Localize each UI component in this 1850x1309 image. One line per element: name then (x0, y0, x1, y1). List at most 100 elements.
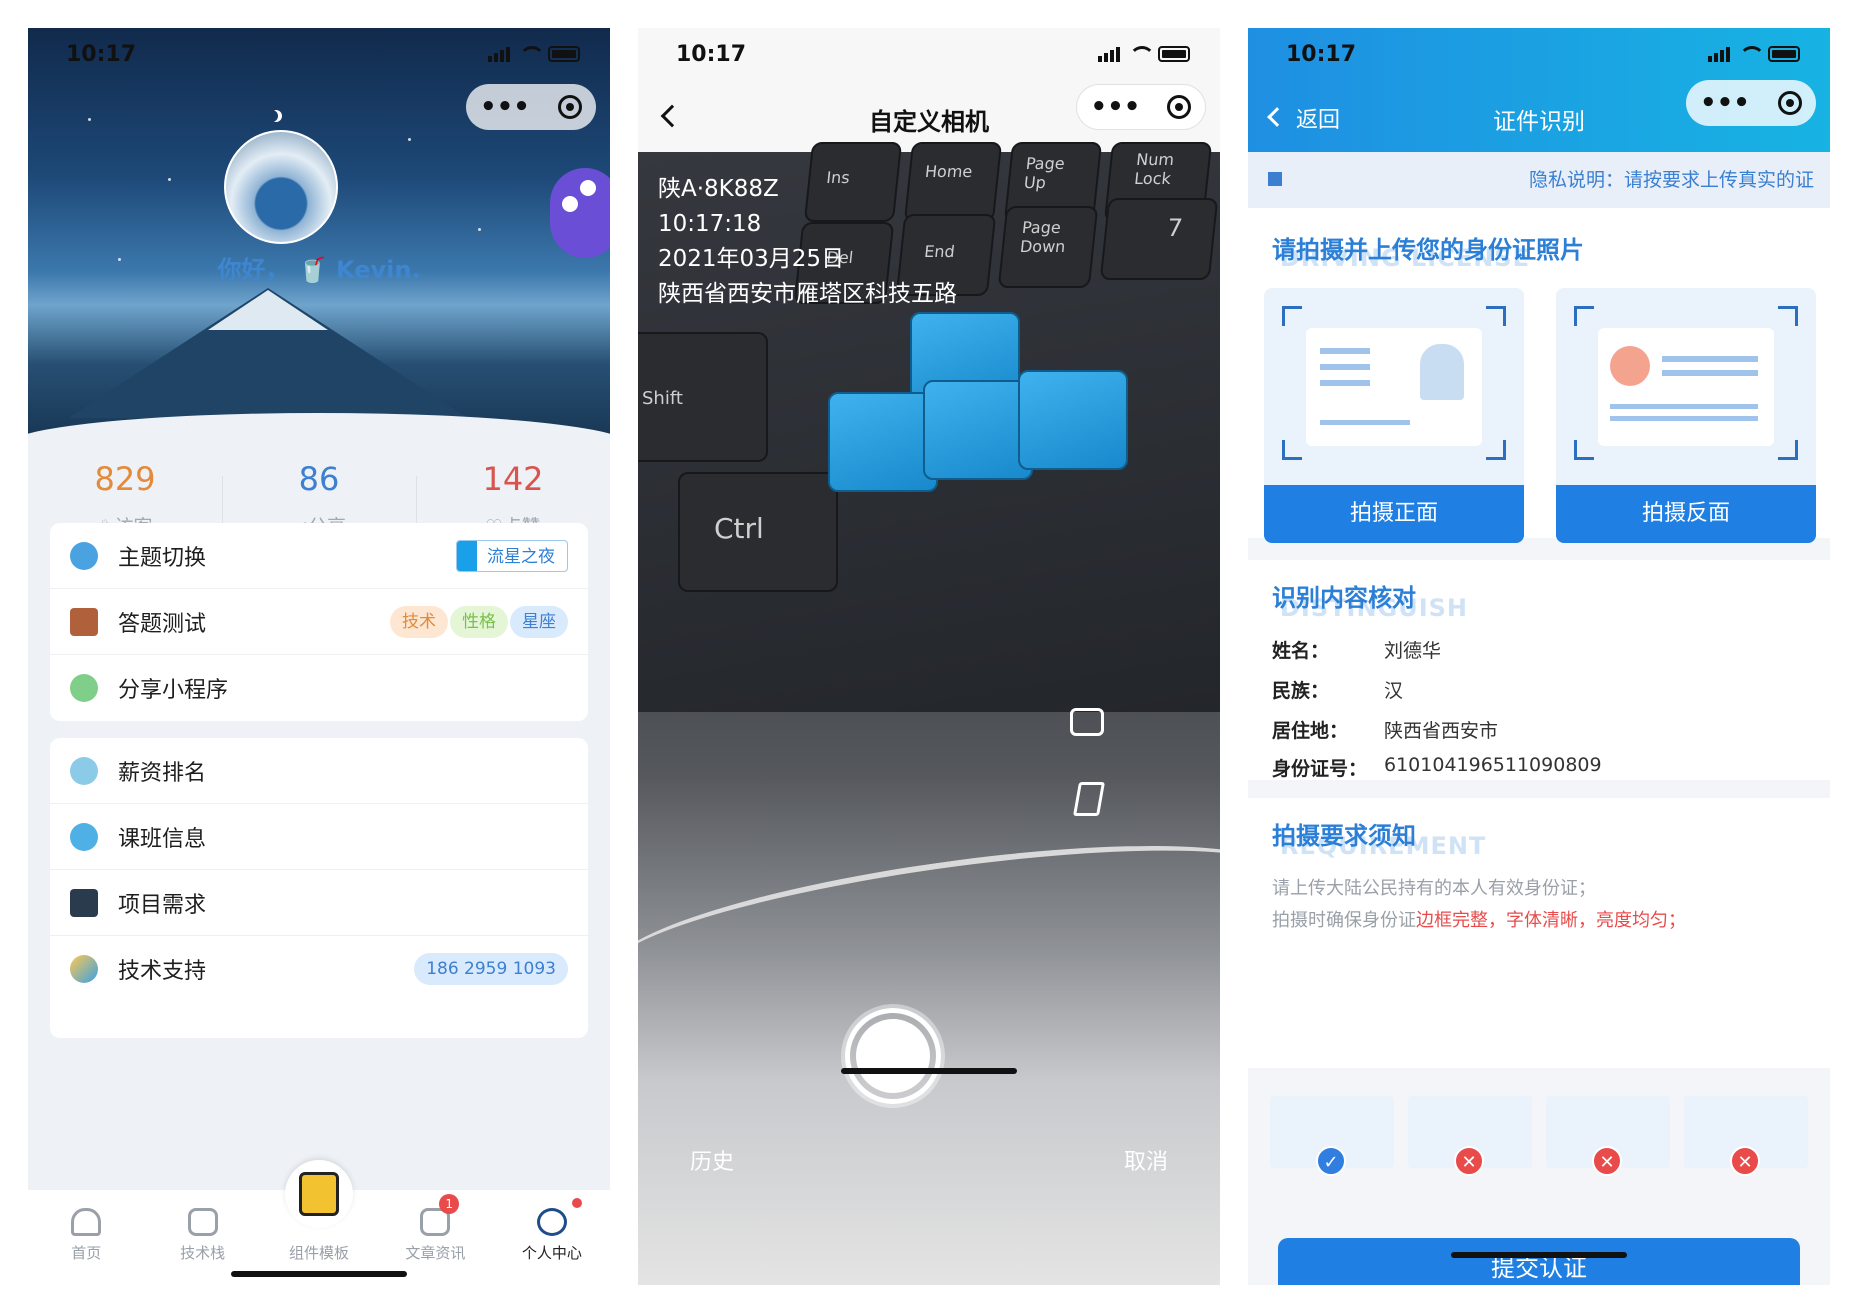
requirement-section: REQUIREMENT 拍摄要求须知 请上传大陆公民持有的本人有效身份证； 拍摄… (1248, 798, 1830, 1068)
id-front-illustration (1306, 328, 1482, 446)
menu-item-support[interactable]: 技术支持 186 2959 1093 (50, 936, 588, 1002)
support-icon (70, 955, 98, 983)
status-time: 10:17 (1286, 42, 1357, 67)
phone-tag[interactable]: 186 2959 1093 (414, 953, 568, 985)
id-navbar: 10:17 返回 证件识别 ••• (1248, 28, 1830, 152)
cross-icon: ✕ (1454, 1146, 1484, 1176)
menu-item-label: 主题切换 (118, 545, 207, 571)
signal-icon (1098, 46, 1120, 62)
wifi-icon (1128, 46, 1155, 62)
status-time: 10:17 (66, 42, 137, 67)
theme-tag[interactable]: 流星之夜 (456, 540, 568, 572)
close-miniapp-icon[interactable] (1777, 91, 1802, 115)
tag-tech[interactable]: 技术 (390, 606, 448, 638)
stat-value: 829 (94, 460, 156, 498)
frame-corner (1486, 306, 1506, 326)
submit-button[interactable]: 提交认证 (1278, 1238, 1800, 1285)
book-icon (70, 607, 98, 636)
menu-item-label: 课班信息 (118, 826, 207, 852)
home-indicator (841, 1068, 1017, 1074)
tab-home[interactable]: 首页 (28, 1190, 144, 1285)
home-indicator (231, 1271, 407, 1277)
k-logo-icon (299, 1172, 340, 1216)
id-front-card[interactable]: 拍摄正面 (1264, 288, 1524, 543)
key-arrow-down (923, 380, 1033, 480)
capture-front-button[interactable]: 拍摄正面 (1264, 485, 1524, 543)
mascot-decoration[interactable] (550, 168, 610, 258)
tab-profile[interactable]: 个人中心 (494, 1190, 610, 1285)
frame-corner (1486, 440, 1506, 460)
stat-value: 142 (482, 460, 544, 498)
more-icon[interactable]: ••• (480, 92, 530, 122)
field-ethnicity: 民族：汉 (1272, 680, 1404, 702)
close-miniapp-icon[interactable] (557, 95, 582, 119)
frame-corner (1778, 306, 1798, 326)
menu-item-label: 分享小程序 (118, 678, 229, 703)
wifi-icon (518, 46, 545, 62)
miniapp-capsule: ••• (466, 84, 596, 130)
sample-correct: ✓ (1270, 1096, 1394, 1176)
menu-item-theme[interactable]: 主题切换 流星之夜 (50, 523, 588, 589)
menu-item-share[interactable]: 分享小程序 (50, 655, 588, 721)
menu-item-label: 答题测试 (118, 611, 207, 637)
moon-decoration (266, 110, 278, 122)
privacy-notice: 隐私说明：请按要求上传真实的证 (1248, 152, 1830, 208)
battery-icon (1158, 46, 1190, 62)
menu-item-class[interactable]: 课班信息 (50, 804, 588, 870)
more-icon[interactable]: ••• (1700, 88, 1750, 118)
sample-tilted: ✕ (1408, 1096, 1532, 1176)
close-miniapp-icon[interactable] (1167, 95, 1192, 119)
field-name: 姓名： 刘德华 (1272, 640, 1442, 662)
frame-corner (1282, 306, 1302, 326)
cross-icon: ✕ (1730, 1146, 1760, 1176)
watermark-time: 10:17:18 (658, 211, 762, 237)
menu-item-salary[interactable]: 薪资排名 (50, 738, 588, 804)
tag-personality[interactable]: 性格 (450, 606, 508, 638)
menu-item-label: 技术支持 (118, 959, 207, 984)
status-icons (488, 46, 580, 62)
field-id-number: 身份证号： 610104196511090809 (1272, 754, 1602, 780)
greeting: 你好， 🥤 Kevin. (217, 256, 421, 284)
avatar[interactable] (224, 130, 338, 244)
salary-icon (70, 756, 98, 785)
frame-corner (1574, 440, 1594, 460)
share-icon (70, 674, 98, 702)
star-decoration (168, 178, 171, 181)
theme-icon (70, 541, 98, 570)
flash-off-icon[interactable] (1073, 782, 1105, 816)
sample-blurry: ✕ (1546, 1096, 1670, 1176)
user-icon (536, 1208, 567, 1236)
tag-zodiac[interactable]: 星座 (510, 606, 568, 638)
menu-item-project[interactable]: 项目需求 (50, 870, 588, 936)
key-seven: 7 (1099, 198, 1219, 280)
history-button[interactable]: 历史 (690, 1144, 734, 1176)
profile-header: 10:17 ••• 你好， 🥤 Kevin. (28, 28, 610, 448)
camera-preview[interactable]: Ins Home Page Up Num Lock Del End Page D… (638, 142, 1220, 1285)
miniapp-capsule: ••• (1686, 80, 1816, 126)
theme-tag-label: 流星之夜 (487, 547, 555, 567)
id-back-card[interactable]: 拍摄反面 (1556, 288, 1816, 543)
sample-glare: ✕ (1684, 1096, 1808, 1176)
photo-watermark: 陕A·8K88Z 10:17:18 2021年03月25日 陕西省西安市雁塔区科… (658, 172, 957, 312)
menu-card-1: 主题切换 流星之夜 答题测试 技术 性格 星座 分享小程序 (50, 523, 588, 721)
shutter-button[interactable] (845, 1008, 941, 1104)
star-decoration (478, 228, 481, 231)
signal-icon (1708, 46, 1730, 62)
cross-icon: ✕ (1592, 1146, 1622, 1176)
menu-item-quiz[interactable]: 答题测试 技术 性格 星座 (50, 589, 588, 655)
more-icon[interactable]: ••• (1091, 92, 1141, 122)
speaker-icon (1268, 172, 1282, 186)
switch-camera-icon[interactable] (1070, 708, 1104, 736)
battery-icon (1768, 46, 1800, 62)
tab-label: 首页 (71, 1244, 102, 1262)
id-back-illustration (1598, 328, 1774, 446)
cancel-button[interactable]: 取消 (1124, 1144, 1168, 1176)
tab-label: 技术栈 (180, 1244, 226, 1262)
field-residence: 居住地： 陕西省西安市 (1272, 720, 1499, 742)
home-indicator (1451, 1252, 1627, 1258)
verify-section: DISTINGUISH 识别内容核对 姓名： 刘德华 民族：汉 居住地： 陕西省西安… (1248, 560, 1830, 780)
mountain-snow-decoration (208, 290, 328, 330)
capture-back-button[interactable]: 拍摄反面 (1556, 485, 1816, 543)
key-arrow-left (828, 392, 938, 492)
signal-icon (488, 46, 510, 62)
